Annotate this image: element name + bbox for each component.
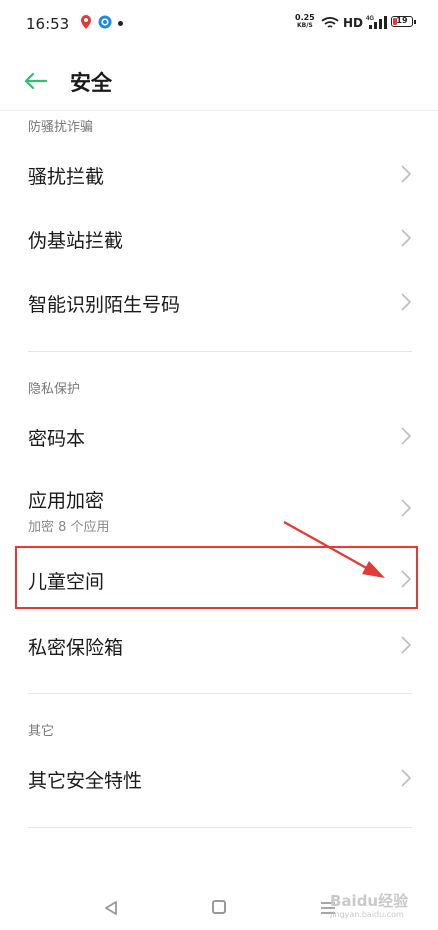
nav-back-icon[interactable] (103, 900, 119, 916)
watermark: Baidu经验 (330, 892, 409, 910)
list-item-identify-unknown-numbers[interactable]: 智能识别陌生号码 (0, 271, 438, 333)
battery-level: 19 (396, 16, 408, 25)
chevron-right-icon (401, 229, 411, 247)
status-time: 16:53 (26, 15, 70, 33)
section-divider (28, 693, 412, 694)
wifi-icon (321, 17, 339, 28)
item-label: 密码本 (28, 428, 86, 450)
watermark-url: jingyan.baidu.com (330, 910, 404, 919)
item-label: 智能识别陌生号码 (28, 294, 181, 316)
highlight-box (15, 546, 418, 609)
item-label: 私密保险箱 (28, 637, 124, 659)
header-divider (0, 110, 438, 111)
list-item-other-security-features[interactable]: 其它安全特性 (0, 747, 438, 809)
list-item-password-book[interactable]: 密码本 (0, 405, 438, 467)
list-item-private-safe[interactable]: 私密保险箱 (0, 614, 438, 676)
chevron-right-icon (401, 165, 411, 183)
item-label: 应用加密 (28, 490, 105, 512)
chevron-right-icon (401, 769, 411, 787)
item-label: 其它安全特性 (28, 770, 143, 792)
list-item-fake-base-station-blocking[interactable]: 伪基站拦截 (0, 207, 438, 269)
battery-icon: 19 (391, 16, 416, 27)
chevron-right-icon (401, 293, 411, 311)
page-title: 安全 (70, 71, 112, 95)
section-divider (28, 827, 412, 828)
more-notifications-dot (118, 21, 123, 26)
list-item-app-encryption[interactable]: 应用加密 加密 8 个应用 (0, 473, 438, 543)
chevron-right-icon (401, 427, 411, 445)
hd-indicator: HD (343, 16, 364, 30)
cellular-signal-icon: 4G (366, 16, 387, 29)
network-speed: 0.25 KB/S (295, 13, 315, 30)
chevron-right-icon (401, 636, 411, 654)
chevron-right-icon (401, 499, 411, 517)
item-subtitle: 加密 8 个应用 (28, 520, 110, 535)
section-header-other: 其它 (28, 724, 55, 739)
section-header-privacy: 隐私保护 (28, 382, 81, 397)
section-divider (28, 351, 412, 352)
section-header-anti-harassment: 防骚扰诈骗 (28, 120, 94, 135)
nav-home-icon[interactable] (212, 900, 226, 914)
svg-text:4G: 4G (366, 16, 374, 22)
app-bar: 安全 (0, 48, 438, 114)
item-label: 骚扰拦截 (28, 166, 105, 188)
app-notification-icon (98, 15, 112, 29)
status-bar: 16:53 0.25 KB/S HD 4G 19 (0, 0, 438, 48)
location-pin-icon (81, 15, 91, 29)
list-item-harassment-blocking[interactable]: 骚扰拦截 (0, 143, 438, 205)
item-label: 伪基站拦截 (28, 230, 124, 252)
back-arrow-icon[interactable] (18, 64, 52, 98)
